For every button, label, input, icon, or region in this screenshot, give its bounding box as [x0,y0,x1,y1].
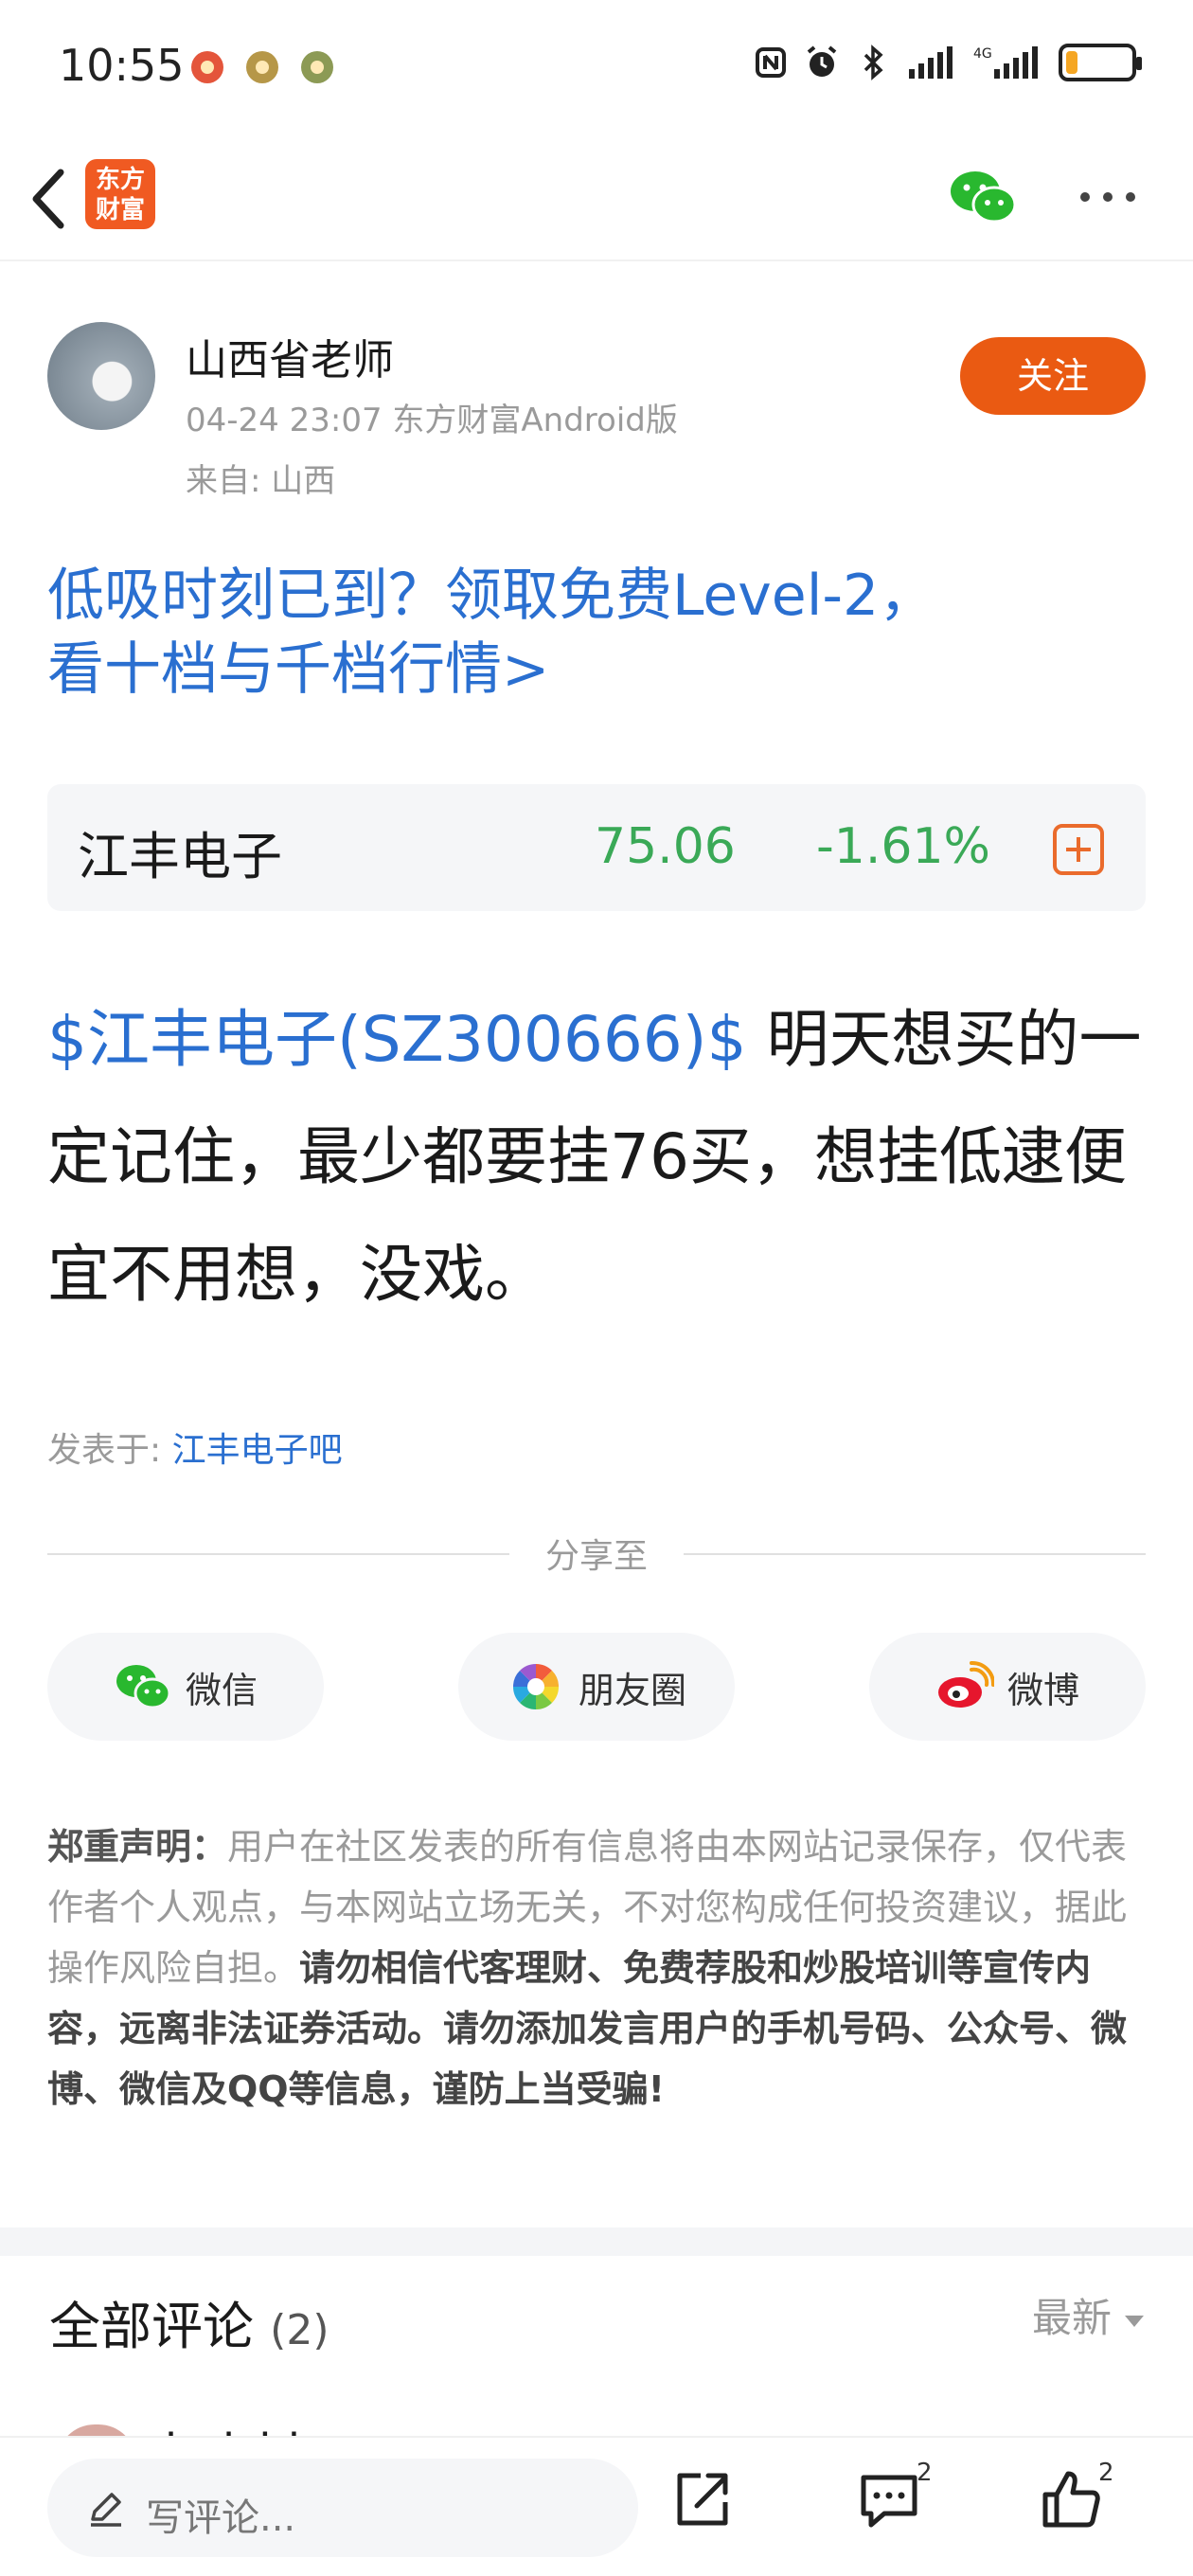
signal-4g-icon: 4G [973,46,1038,79]
stock-tag-link[interactable]: $江丰电子(SZ300666)$ [47,1003,747,1076]
alarm-icon [807,45,837,77]
stock-change: -1.61% [816,818,990,875]
app-logo[interactable]: 东方 财富 [85,159,155,229]
caret-down-icon [1125,2315,1144,2327]
like-count-badge: 2 [1098,2459,1114,2487]
chevron-left-icon[interactable] [23,161,76,237]
battery-icon [1059,44,1142,81]
stock-quote-card[interactable]: 江丰电子 75.06 -1.61% [47,784,1146,911]
bluetooth-icon [864,45,883,80]
section-divider [0,2227,1193,2256]
bottom-action-bar: 写评论... 2 2 [0,2436,1193,2576]
sort-label: 最新 [1031,2295,1112,2341]
comments-title: 全部评论 [49,2297,254,2356]
sort-dropdown[interactable]: 最新 [1032,2286,1144,2344]
stock-name: 江丰电子 [78,827,282,886]
wechat-icon[interactable] [947,167,1019,227]
wechat-icon [116,1665,171,1709]
comment-icon[interactable] [856,2466,922,2532]
posted-in-label: 发表于: [47,1431,172,1470]
share-weibo-label: 微博 [1006,1669,1079,1711]
promo-line: 看十档与千档行情> [47,636,550,703]
notification-icon [191,51,223,83]
share-moments-label: 朋友圈 [578,1669,686,1711]
top-nav: 东方 财富 [0,133,1193,261]
posted-in: 发表于: 江丰电子吧 [47,1422,343,1472]
stock-bar-link[interactable]: 江丰电子吧 [172,1431,343,1470]
pencil-icon [91,2493,121,2527]
share-wechat-button[interactable]: 微信 [47,1633,324,1741]
moments-icon [512,1663,559,1710]
share-icon[interactable] [668,2466,735,2532]
notification-icon [246,51,278,83]
post-body: $江丰电子(SZ300666)$ 明天想买的一定记住，最少都要挂76买，想挂低逮… [47,981,1155,1333]
notification-icon [301,51,333,83]
share-wechat-label: 微信 [185,1669,258,1711]
promo-line: 低吸时刻已到？领取免费Level-2， [47,563,936,629]
comments-count: (2) [270,2306,329,2354]
status-time: 10:55 [59,40,185,91]
follow-button[interactable]: 关注 [960,337,1146,415]
share-moments-button[interactable]: 朋友圈 [458,1633,735,1741]
logo-text: 财富 [95,196,145,224]
level2-promo-link[interactable]: 低吸时刻已到？领取免费Level-2， 看十档与千档行情> [47,559,1146,707]
logo-text: 东方 [95,166,145,194]
comment-placeholder: 写评论... [146,2496,296,2540]
svg-text:4G: 4G [973,46,992,62]
disclaimer: 郑重声明：用户在社区发表的所有信息将由本网站记录保存，仅代表作者个人观点，与本网… [47,1816,1146,2120]
signal-icon [909,46,953,79]
add-watchlist-icon[interactable] [1053,824,1104,875]
disclaimer-label: 郑重声明： [47,1826,228,1868]
post-meta: 04-24 23:07 东方财富Android版 [186,402,678,439]
stock-price: 75.06 [595,818,736,875]
share-title: 分享至 [544,1537,648,1576]
comment-input[interactable]: 写评论... [47,2459,638,2557]
share-weibo-button[interactable]: 微博 [869,1633,1146,1741]
comments-header: 全部评论 (2) [49,2284,329,2359]
weibo-icon [937,1660,994,1708]
more-dots-icon[interactable] [1077,189,1138,205]
author-avatar[interactable] [47,322,155,430]
like-icon[interactable] [1038,2466,1104,2532]
nfc-icon [756,47,786,78]
comment-count-badge: 2 [917,2459,933,2487]
status-bar: 10:55 4G [0,0,1193,133]
status-icons: 4G [754,44,1142,81]
post-location: 来自: 山西 [186,462,336,500]
battery-level [1066,51,1077,74]
author-name[interactable]: 山西省老师 [186,326,394,386]
